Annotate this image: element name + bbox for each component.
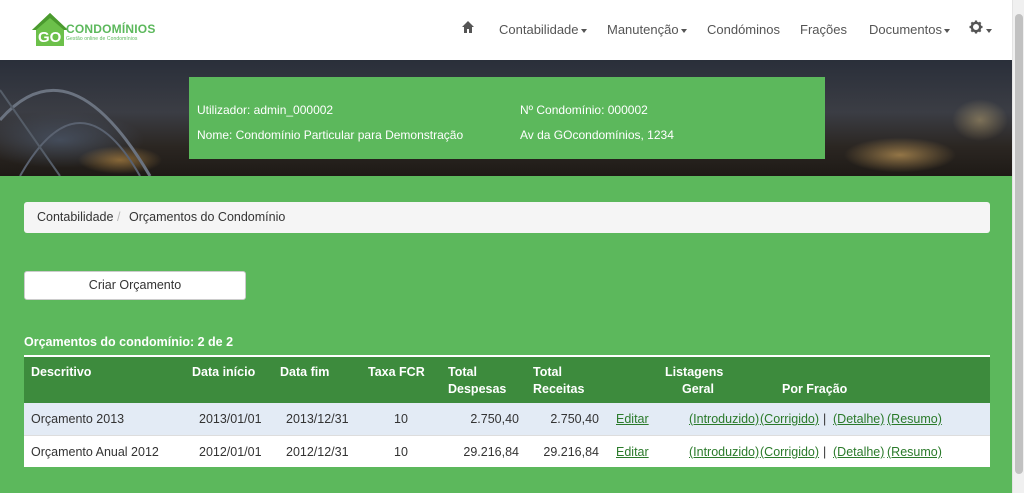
cell-total-receitas: 29.216,84 — [543, 445, 599, 459]
cell-total-despesas: 2.750,40 — [470, 412, 519, 426]
nav-condominos[interactable]: Condóminos — [707, 22, 780, 37]
user-info: Utilizador: admin_000002 — [197, 103, 334, 117]
introduzido-link[interactable]: (Introduzido) — [689, 445, 759, 459]
navbar: GO CONDOMÍNIOS Gestão online de Condomín… — [0, 0, 1012, 60]
breadcrumb-contabilidade[interactable]: Contabilidade — [37, 210, 113, 224]
svg-text:GO: GO — [38, 29, 62, 46]
cell-descritivo: Orçamento 2013 — [31, 412, 125, 426]
home-button[interactable] — [461, 20, 475, 37]
budgets-table: Descritivo Data início Data fim Taxa FCR… — [24, 355, 990, 467]
col-total-receitas-line1: Total — [533, 365, 562, 379]
home-icon — [462, 21, 474, 33]
link-separator: | — [823, 445, 827, 459]
nav-contabilidade[interactable]: Contabilidade — [499, 22, 587, 37]
table-header: Descritivo Data início Data fim Taxa FCR… — [24, 355, 990, 403]
settings-menu[interactable] — [969, 20, 992, 37]
edit-link[interactable]: Editar — [616, 445, 649, 459]
col-data-fim: Data fim — [280, 365, 330, 379]
detalhe-link[interactable]: (Detalhe) — [833, 412, 884, 426]
breadcrumb: Contabilidade / Orçamentos do Condomínio — [24, 202, 990, 233]
corrigido-link[interactable]: (Corrigido) — [760, 445, 819, 459]
col-total-despesas-line1: Total — [448, 365, 477, 379]
condo-address: Av da GOcondomínios, 1234 — [520, 128, 674, 142]
nav-documentos[interactable]: Documentos — [869, 22, 950, 37]
cell-data-fim: 2013/12/31 — [286, 412, 349, 426]
gear-icon — [969, 20, 983, 34]
cell-data-inicio: 2013/01/01 — [199, 412, 262, 426]
cell-taxa-fcr: 10 — [394, 412, 408, 426]
edit-link[interactable]: Editar — [616, 412, 649, 426]
link-separator: | — [823, 412, 827, 426]
cell-total-receitas: 2.750,40 — [550, 412, 599, 426]
introduzido-link[interactable]: (Introduzido) — [689, 412, 759, 426]
detalhe-link[interactable]: (Detalhe) — [833, 445, 884, 459]
col-total-despesas-line2: Despesas — [448, 382, 507, 396]
cell-total-despesas: 29.216,84 — [463, 445, 519, 459]
condo-info-panel: Utilizador: admin_000002 Nº Condomínio: … — [189, 77, 825, 159]
table-caption: Orçamentos do condomínio: 2 de 2 — [24, 335, 234, 349]
table-row: Orçamento Anual 2012 2012/01/01 2012/12/… — [24, 435, 990, 467]
breadcrumb-current: Orçamentos do Condomínio — [129, 210, 286, 224]
table-row: Orçamento 2013 2013/01/01 2013/12/31 10 … — [24, 403, 990, 435]
create-budget-button[interactable]: Criar Orçamento — [24, 271, 246, 300]
condo-name: Nome: Condomínio Particular para Demonst… — [197, 128, 464, 142]
condo-number: Nº Condomínio: 000002 — [520, 103, 648, 117]
breadcrumb-separator: / — [117, 210, 121, 224]
brand-name: CONDOMÍNIOS — [66, 22, 156, 36]
cell-data-fim: 2012/12/31 — [286, 445, 349, 459]
banner-bridge-graphic — [0, 88, 152, 176]
house-logo-icon: GO — [32, 13, 68, 46]
cell-taxa-fcr: 10 — [394, 445, 408, 459]
nav-manutencao[interactable]: Manutenção — [607, 22, 687, 37]
caret-down-icon — [943, 28, 950, 33]
col-total-receitas-line2: Receitas — [533, 382, 585, 396]
caret-down-icon — [680, 28, 687, 33]
cell-descritivo: Orçamento Anual 2012 — [31, 445, 159, 459]
vertical-scrollbar[interactable] — [1012, 0, 1024, 493]
col-taxa-fcr: Taxa FCR — [368, 365, 425, 379]
col-descritivo: Descritivo — [31, 365, 92, 379]
resumo-link[interactable]: (Resumo) — [887, 412, 942, 426]
col-listagens-geral: Geral — [682, 382, 714, 396]
col-listagens: Listagens — [665, 365, 724, 379]
nav-fracoes[interactable]: Frações — [800, 22, 847, 37]
col-data-inicio: Data início — [192, 365, 256, 379]
cell-data-inicio: 2012/01/01 — [199, 445, 262, 459]
scrollbar-thumb[interactable] — [1015, 14, 1023, 474]
brand-logo[interactable]: GO CONDOMÍNIOS Gestão online de Condomín… — [28, 10, 155, 50]
brand-tagline: Gestão online de Condomínios — [66, 36, 138, 42]
corrigido-link[interactable]: (Corrigido) — [760, 412, 819, 426]
caret-down-icon — [580, 28, 587, 33]
caret-down-icon — [986, 28, 992, 33]
resumo-link[interactable]: (Resumo) — [887, 445, 942, 459]
col-por-fracao: Por Fração — [782, 382, 848, 396]
